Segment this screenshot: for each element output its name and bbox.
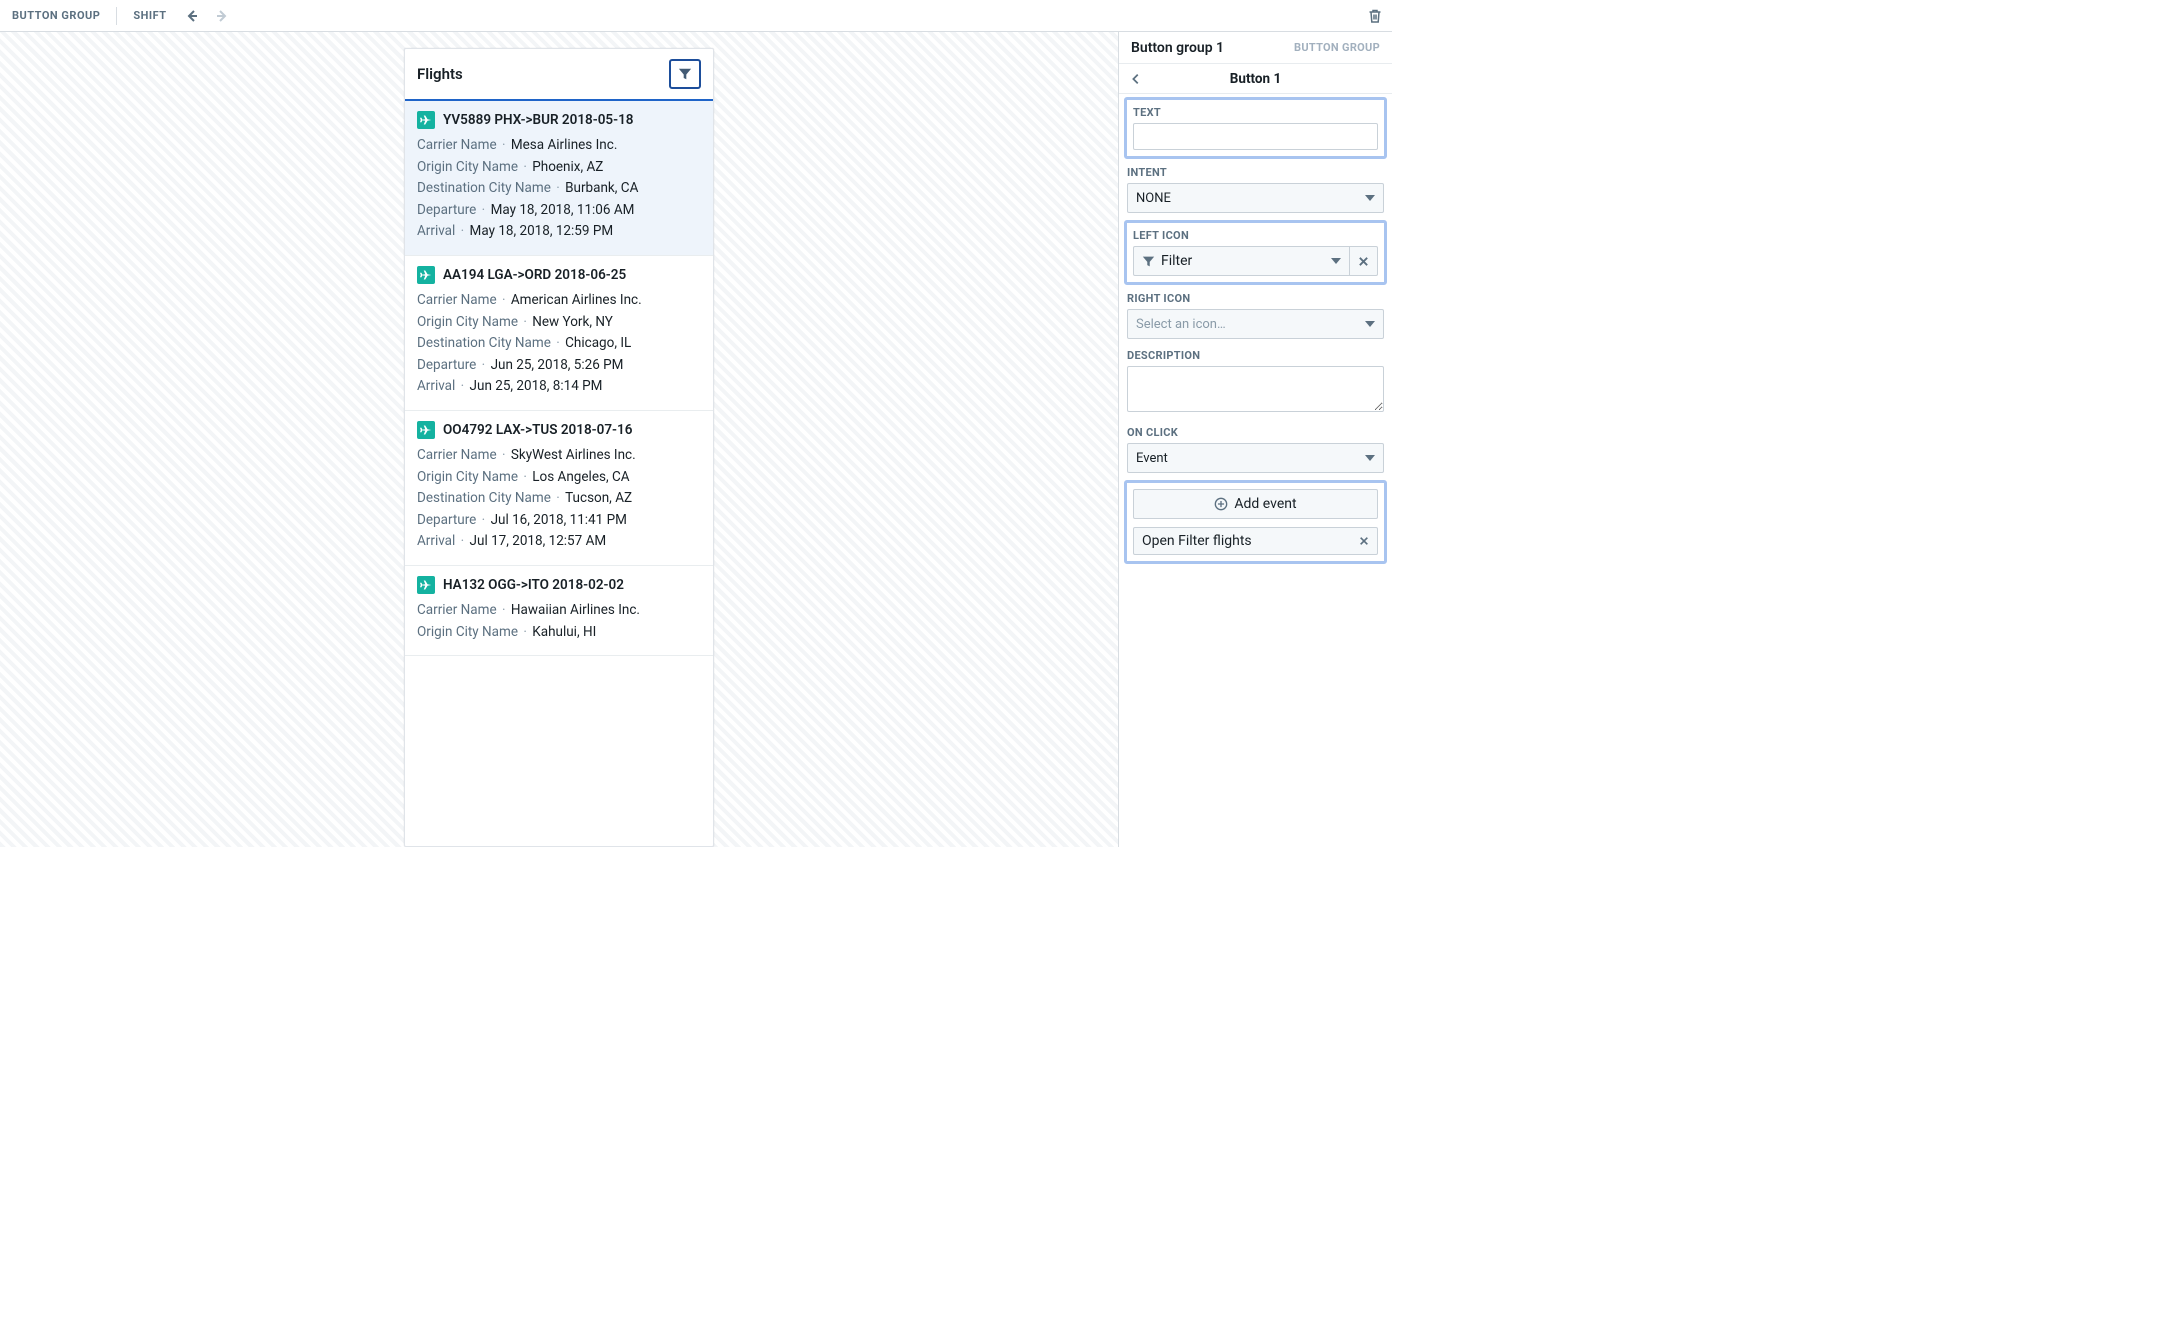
list-item[interactable]: AA194 LGA->ORD 2018-06-25Carrier Name · … [405, 256, 713, 411]
filter-button[interactable] [669, 59, 701, 89]
event-label: Open Filter flights [1142, 533, 1252, 549]
flight-title: YV5889 PHX->BUR 2018-05-18 [443, 112, 634, 128]
label-description: DESCRIPTION [1127, 349, 1384, 362]
text-field-highlight: TEXT [1124, 97, 1387, 159]
text-input[interactable] [1133, 123, 1378, 150]
panel-subheader: Button 1 [1119, 64, 1392, 94]
label-on-click: ON CLICK [1127, 426, 1384, 439]
intent-value: NONE [1136, 191, 1171, 206]
plane-icon [417, 576, 435, 594]
panel-title: Button group 1 [1131, 40, 1224, 56]
left-icon-highlight: LEFT ICON Filter [1124, 220, 1387, 285]
right-icon-placeholder: Select an icon… [1136, 317, 1226, 332]
widget-type-label: BUTTON GROUP [8, 9, 104, 22]
label-text: TEXT [1133, 106, 1378, 119]
card-title: Flights [417, 65, 463, 83]
nav-forward-button[interactable] [213, 7, 231, 25]
left-icon-select[interactable]: Filter [1133, 246, 1350, 276]
panel-header: Button group 1 BUTTON GROUP [1119, 32, 1392, 64]
remove-event-button[interactable] [1359, 536, 1369, 546]
add-event-button[interactable]: Add event [1133, 489, 1378, 519]
canvas: Flights YV5889 PHX->BUR 2018-05-18Carrie… [0, 32, 1119, 847]
caret-down-icon [1365, 455, 1375, 461]
caret-down-icon [1365, 195, 1375, 201]
separator [116, 7, 117, 25]
left-icon-clear-button[interactable] [1350, 246, 1378, 276]
label-right-icon: RIGHT ICON [1127, 292, 1384, 305]
event-row[interactable]: Open Filter flights [1133, 527, 1378, 555]
list-item[interactable]: OO4792 LAX->TUS 2018-07-16Carrier Name ·… [405, 411, 713, 566]
card-header: Flights [405, 49, 713, 101]
plane-icon [417, 111, 435, 129]
caret-down-icon [1365, 321, 1375, 327]
on-click-value: Event [1136, 451, 1168, 466]
filter-icon [1142, 255, 1155, 268]
nav-back-button[interactable] [183, 7, 201, 25]
plane-icon [417, 266, 435, 284]
side-panel: Button group 1 BUTTON GROUP Button 1 TEX… [1119, 32, 1392, 847]
flight-title: HA132 OGG->ITO 2018-02-02 [443, 577, 624, 593]
label-left-icon: LEFT ICON [1133, 229, 1378, 242]
label-intent: INTENT [1127, 166, 1384, 179]
shift-label: SHIFT [129, 9, 170, 22]
description-textarea[interactable] [1127, 366, 1384, 412]
top-bar: BUTTON GROUP SHIFT [0, 0, 1392, 32]
list-item[interactable]: YV5889 PHX->BUR 2018-05-18Carrier Name ·… [405, 101, 713, 256]
on-click-select[interactable]: Event [1127, 443, 1384, 473]
panel-sub-title: Button 1 [1119, 71, 1392, 87]
right-icon-select[interactable]: Select an icon… [1127, 309, 1384, 339]
flight-list: YV5889 PHX->BUR 2018-05-18Carrier Name ·… [405, 101, 713, 846]
trash-button[interactable] [1366, 7, 1384, 25]
plus-circle-icon [1214, 497, 1228, 511]
panel-type-label: BUTTON GROUP [1294, 41, 1380, 54]
caret-down-icon [1331, 258, 1341, 264]
flight-title: AA194 LGA->ORD 2018-06-25 [443, 267, 626, 283]
add-event-label: Add event [1234, 496, 1296, 512]
left-icon-value: Filter [1161, 253, 1325, 269]
flights-card: Flights YV5889 PHX->BUR 2018-05-18Carrie… [404, 48, 714, 847]
plane-icon [417, 421, 435, 439]
events-highlight: Add event Open Filter flights [1124, 480, 1387, 564]
list-item[interactable]: HA132 OGG->ITO 2018-02-02Carrier Name · … [405, 566, 713, 656]
intent-select[interactable]: NONE [1127, 183, 1384, 213]
flight-title: OO4792 LAX->TUS 2018-07-16 [443, 422, 632, 438]
